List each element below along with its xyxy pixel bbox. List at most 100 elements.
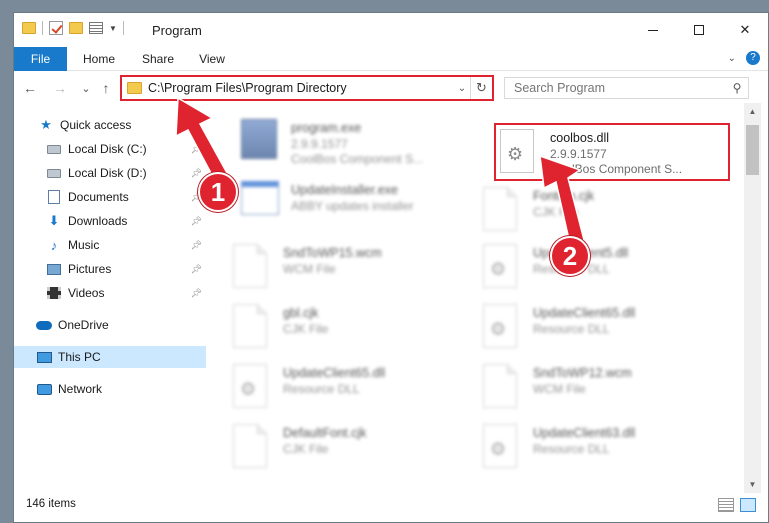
- tab-file[interactable]: File: [14, 47, 67, 71]
- doc-icon: [233, 304, 273, 350]
- divider: [122, 21, 124, 35]
- sidebar-item-documents[interactable]: Documents 📌︎: [14, 186, 206, 208]
- file-meta: Resource DLL: [533, 442, 610, 456]
- pin-icon[interactable]: 📌︎: [191, 216, 202, 227]
- onedrive-icon: [36, 317, 52, 333]
- documents-icon: [46, 189, 62, 205]
- details-view-icon[interactable]: [718, 498, 734, 512]
- pin-icon[interactable]: 📌︎: [191, 288, 202, 299]
- folder-icon: [127, 82, 142, 94]
- file-item[interactable]: ⚙ UpdateClient65.dll Resource DLL: [479, 300, 719, 354]
- expand-ribbon-icon[interactable]: ⌄: [728, 53, 736, 64]
- file-item[interactable]: UpdateInstaller.exe ABBY updates install…: [237, 177, 477, 231]
- file-item[interactable]: SndToWP12.wcm WCM File: [479, 360, 719, 414]
- drive-icon: [46, 165, 62, 181]
- chevron-down-icon[interactable]: ⌄: [454, 83, 470, 94]
- star-icon: ★: [40, 117, 52, 132]
- pin-icon[interactable]: 📌︎: [191, 264, 202, 275]
- ribbon-right-controls: ⌄ ?: [728, 51, 760, 65]
- ribbon-tabs: File Home Share View ⌄ ?: [14, 47, 768, 71]
- file-meta: CJK File: [283, 322, 329, 336]
- highlighted-file-coolbos[interactable]: ⚙ coolbos.dll 2.9.9.1577 CoolBos Compone…: [494, 123, 730, 181]
- file-name: UpdateClient65.dll: [283, 366, 386, 380]
- sidebar-item-downloads[interactable]: ⬇ Downloads 📌︎: [14, 210, 206, 232]
- arrow-left-icon: ←: [23, 80, 37, 96]
- minimize-icon: [648, 29, 658, 31]
- file-meta: ABBY updates installer: [291, 199, 414, 213]
- file-name: DefaultFont.cjk: [283, 426, 367, 440]
- doc-icon: [233, 424, 273, 470]
- close-button[interactable]: ✕: [722, 13, 768, 47]
- this-pc-icon: [36, 349, 52, 365]
- file-item[interactable]: ⚙ UpdateClient63.dll Resource DLL: [479, 420, 719, 474]
- sidebar-item-pictures[interactable]: Pictures 📌︎: [14, 258, 206, 280]
- doc-icon: [483, 364, 523, 410]
- tab-share[interactable]: Share: [136, 47, 180, 71]
- sidebar-item-quick-access[interactable]: ★ Quick access: [14, 114, 206, 136]
- divider: [42, 21, 43, 35]
- file-item[interactable]: SndToWP15.wcm WCM File: [229, 240, 469, 294]
- search-icon[interactable]: ⚲: [726, 81, 748, 95]
- up-button[interactable]: ↑: [96, 78, 116, 98]
- navigation-bar: ← → ⌄ ↑ C:\Program Files\Program Directo…: [14, 73, 768, 103]
- file-item[interactable]: Fontdm.cjk CJK File: [479, 183, 719, 237]
- sidebar-item-label: Pictures: [68, 262, 112, 276]
- scroll-thumb[interactable]: [746, 125, 759, 175]
- close-icon: ✕: [739, 22, 751, 37]
- drive-icon: [46, 141, 62, 157]
- file-item[interactable]: gbl.cjk CJK File: [229, 300, 469, 354]
- search-box[interactable]: ⚲: [504, 77, 749, 99]
- file-name: UpdateClient63.dll: [533, 426, 636, 440]
- recent-locations-button[interactable]: ⌄: [76, 78, 96, 98]
- tab-home[interactable]: Home: [77, 47, 121, 71]
- maximize-button[interactable]: [676, 13, 722, 47]
- file-item[interactable]: DefaultFont.cjk CJK File: [229, 420, 469, 474]
- sidebar-item-onedrive[interactable]: OneDrive: [14, 314, 206, 336]
- file-item[interactable]: program.exe 2.9.9.1577 CoolBos Component…: [237, 115, 477, 169]
- pin-icon[interactable]: 📌︎: [191, 240, 202, 251]
- file-meta: CoolBos Component S...: [291, 152, 424, 166]
- sidebar-item-music[interactable]: ♪ Music 📌︎: [14, 234, 206, 256]
- scroll-down-button[interactable]: ▼: [744, 476, 761, 493]
- window-title: Program: [152, 23, 202, 38]
- file-name: gbl.cjk: [283, 306, 319, 320]
- chevron-down-icon[interactable]: ▼: [109, 24, 117, 33]
- address-path[interactable]: C:\Program Files\Program Directory: [148, 81, 454, 95]
- file-meta: WCM File: [533, 382, 586, 396]
- sidebar-item-local-disk-d[interactable]: Local Disk (D:) 📌︎: [14, 162, 206, 184]
- scroll-up-button[interactable]: ▲: [744, 103, 761, 120]
- address-bar[interactable]: C:\Program Files\Program Directory ⌄ ↻: [120, 75, 494, 101]
- file-meta: Resource DLL: [283, 382, 360, 396]
- back-button[interactable]: ←: [20, 78, 40, 98]
- sidebar-item-label: This PC: [58, 350, 101, 364]
- vertical-scrollbar[interactable]: ▲ ▼: [744, 103, 761, 493]
- sidebar-item-network[interactable]: Network: [14, 378, 206, 400]
- sidebar-item-label: Documents: [68, 190, 129, 204]
- file-item[interactable]: ⚙ UpdateClient5.dll Resource DLL: [479, 240, 719, 294]
- customize-toolbar-icon[interactable]: [89, 22, 103, 34]
- sidebar-item-label: Local Disk (D:): [68, 166, 147, 180]
- minimize-button[interactable]: [630, 13, 676, 47]
- sidebar-item-label: Music: [68, 238, 100, 252]
- doc-icon: [483, 187, 523, 233]
- pin-icon[interactable]: 📌︎: [191, 168, 202, 179]
- file-item[interactable]: ⚙ UpdateClient65.dll Resource DLL: [229, 360, 469, 414]
- forward-button[interactable]: →: [50, 78, 70, 98]
- sidebar-item-videos[interactable]: Videos 📌︎: [14, 282, 206, 304]
- file-name: program.exe: [291, 121, 362, 135]
- tab-view[interactable]: View: [194, 47, 230, 71]
- file-name: UpdateClient65.dll: [533, 306, 636, 320]
- pin-icon[interactable]: 📌︎: [191, 144, 202, 155]
- dll-icon: ⚙: [233, 364, 273, 410]
- refresh-button[interactable]: ↻: [470, 77, 492, 99]
- maximize-icon: [694, 25, 704, 35]
- properties-check-icon[interactable]: [49, 21, 63, 35]
- sidebar-item-this-pc[interactable]: This PC: [14, 346, 206, 368]
- help-icon[interactable]: ?: [746, 51, 760, 65]
- new-folder-icon[interactable]: [69, 22, 83, 34]
- downloads-icon: ⬇: [48, 213, 60, 228]
- sidebar-item-local-disk-c[interactable]: Local Disk (C:) 📌︎: [14, 138, 206, 160]
- tiles-view-icon[interactable]: [740, 498, 756, 512]
- search-input[interactable]: [514, 81, 726, 95]
- file-item-coolbos-dll[interactable]: ⚙ coolbos.dll 2.9.9.1577 CoolBos Compone…: [496, 125, 736, 179]
